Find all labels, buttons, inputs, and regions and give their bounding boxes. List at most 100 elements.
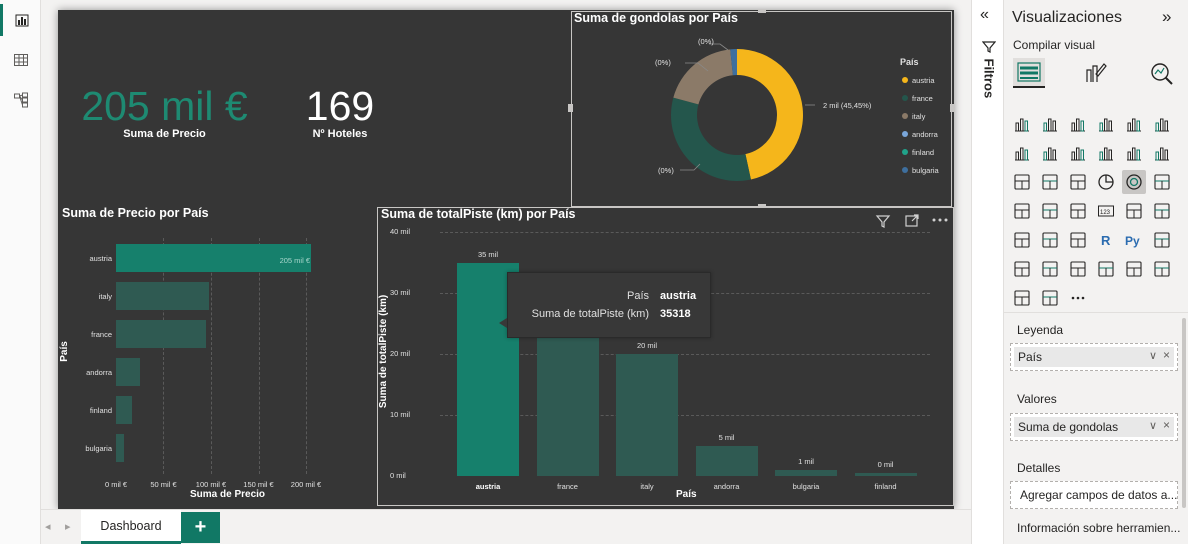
legend-item[interactable]: andorra [902,125,952,143]
donut-slice-austria[interactable] [737,49,804,180]
ribbon-chart-icon[interactable] [1150,141,1174,165]
format-visual-icon[interactable] [1082,60,1108,86]
funnel-icon[interactable] [1038,170,1062,194]
power-apps-icon[interactable] [1150,257,1174,281]
vbar-bar-andorra[interactable] [695,445,758,476]
clustered-column-icon[interactable] [1094,112,1118,136]
table-icon[interactable] [1038,228,1062,252]
more-options-icon[interactable] [930,212,950,230]
hbar-category-label: austria [89,254,112,263]
donut-chart-icon[interactable] [1122,170,1146,194]
waterfall-icon[interactable] [1010,170,1034,194]
hbar-bar-bulgaria[interactable] [116,434,124,462]
legend-marker [902,131,908,137]
resize-handle[interactable] [568,104,573,112]
hbar-x-tick: 150 mil € [243,480,274,489]
goals-icon[interactable] [1094,257,1118,281]
legend-item[interactable]: italy [902,107,952,125]
resize-handle[interactable] [758,9,766,13]
svg-text:Py: Py [1125,234,1140,248]
vbar-bar-bulgaria[interactable] [775,469,837,476]
100-bar-icon[interactable] [1122,112,1146,136]
hbar-bar-andorra[interactable] [116,358,140,386]
narrative-icon[interactable] [1066,257,1090,281]
remove-field-icon[interactable]: × [1163,418,1170,432]
multirow-card-icon[interactable] [1122,199,1146,223]
line-column-icon[interactable] [1094,141,1118,165]
filters-label[interactable]: Filtros [982,59,997,109]
area-chart-icon[interactable] [1038,141,1062,165]
hbar-bar-finland[interactable] [116,396,133,424]
legend-item[interactable]: finland [902,143,952,161]
treemap-icon[interactable] [1150,170,1174,194]
r-visual-icon[interactable]: R [1094,228,1118,252]
table-view-icon[interactable] [0,44,41,76]
legend-well[interactable]: País ∨ × [1010,343,1178,371]
matrix-icon[interactable] [1066,228,1090,252]
remove-field-icon[interactable]: × [1163,348,1170,362]
hbar-bar-france[interactable] [116,320,207,348]
report-view-icon[interactable] [0,4,41,36]
hbar-bar-italy[interactable] [116,282,210,310]
kpi-icon[interactable] [1150,199,1174,223]
stacked-column-icon[interactable] [1038,112,1062,136]
vbar-y-tick: 30 mil [390,288,411,297]
smart-narrative-icon[interactable] [1038,286,1062,310]
filled-map-icon[interactable] [1038,199,1062,223]
vbar-category-label: italy [640,482,654,491]
vbar-plot[interactable]: 35 mil austria france 20 mil italy 5 mil andor… [440,232,930,491]
hbar-plot[interactable] [116,238,356,468]
line-clustered-icon[interactable] [1122,141,1146,165]
add-page-button[interactable]: + [181,512,220,543]
analytics-icon[interactable] [1148,60,1174,86]
donut-data-label: 2 mil (45,45%) [823,101,872,110]
line-chart-icon[interactable] [1010,141,1034,165]
hbar-x-tick: 200 mil € [290,480,322,489]
scatter-icon[interactable] [1066,170,1090,194]
collapse-filters-icon[interactable]: « [980,6,989,24]
paginated-report-icon[interactable] [1122,257,1146,281]
chevron-down-icon[interactable]: ∨ [1149,349,1157,362]
gauge-icon[interactable] [1066,199,1090,223]
details-well[interactable]: Agregar campos de datos a... [1010,481,1178,509]
tooltip-pointer [499,318,507,328]
focus-mode-icon[interactable] [903,212,921,230]
expand-pane-icon[interactable]: » [1162,7,1171,27]
tooltip-value: austria [660,290,697,302]
legend-item[interactable]: france [902,89,952,107]
clustered-bar-icon[interactable] [1066,112,1090,136]
filters-pane-collapsed[interactable]: « Filtros [971,0,1004,544]
donut-slice-italy[interactable] [673,49,733,105]
qa-icon[interactable] [1038,257,1062,281]
stacked-area-icon[interactable] [1066,141,1090,165]
card-icon[interactable]: 123 [1094,199,1118,223]
vbar-y-ticks: 0 mil 10 mil 20 mil 30 mil 40 mil [390,227,420,484]
legend-marker [902,167,908,173]
map-icon[interactable] [1010,199,1034,223]
vbar-bar-finland[interactable] [854,472,917,476]
prev-page-icon[interactable]: ◂ [45,520,51,533]
model-view-icon[interactable] [0,84,41,116]
stacked-bar-icon[interactable] [1010,112,1034,136]
power-automate-icon[interactable] [1010,286,1034,310]
next-page-icon[interactable]: ▸ [65,520,71,533]
donut-data-label: (0%) [658,166,674,175]
python-visual-icon[interactable]: Py [1122,228,1146,252]
more-visuals-icon[interactable] [1066,286,1090,310]
pane-scrollbar[interactable] [1182,318,1186,508]
donut-slice-france[interactable] [671,97,751,181]
decomposition-tree-icon[interactable] [1010,257,1034,281]
vbar-bar-italy[interactable] [616,354,678,476]
build-visual-tab[interactable] [1013,58,1045,88]
100-column-icon[interactable] [1150,112,1174,136]
legend-item[interactable]: bulgaria [902,161,952,179]
chevron-down-icon[interactable]: ∨ [1149,419,1157,432]
tooltip-key: País [626,290,649,302]
tab-dashboard[interactable]: Dashboard [81,510,181,544]
key-influencers-icon[interactable] [1150,228,1174,252]
filter-icon[interactable] [874,212,892,230]
slicer-icon[interactable] [1010,228,1034,252]
legend-item[interactable]: austria [902,71,952,89]
values-well[interactable]: Suma de gondolas ∨ × [1010,413,1178,441]
pie-chart-icon[interactable] [1094,170,1118,194]
